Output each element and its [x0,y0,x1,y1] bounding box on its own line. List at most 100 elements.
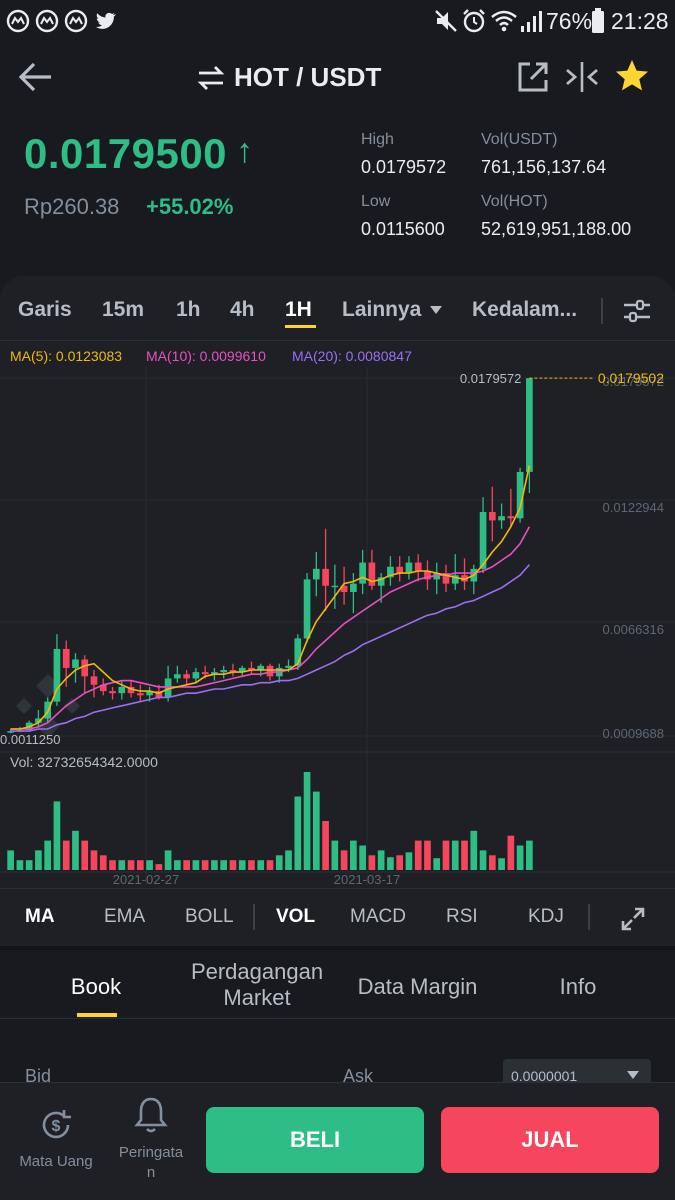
volume-bar [81,840,89,870]
tab-15m[interactable]: 15m [102,298,144,322]
volume-bar [211,860,218,870]
x-tick-label: 2021-02-27 [113,872,180,887]
volume-bar [377,850,385,870]
swap-pair-icon[interactable] [196,64,226,92]
book-tab-indicator [77,1013,117,1017]
volume-bar [25,860,33,870]
tab-1h[interactable]: 1h [176,298,201,322]
tab-book[interactable]: Book [46,974,146,1000]
volume-bar [7,850,14,870]
indicator-kdj[interactable]: KDJ [528,906,564,928]
volume-bar [72,830,79,870]
tab-4h[interactable]: 4h [230,298,255,322]
high-label: High [361,131,394,148]
svg-text:$: $ [52,1118,61,1135]
share-icon[interactable] [516,60,550,94]
volume-bar [451,840,459,870]
fullscreen-icon[interactable] [620,906,646,932]
tab-1h-active[interactable]: 1H [285,298,312,322]
volume-bar [238,860,246,870]
candle-body [220,670,228,673]
candle-body [488,511,496,521]
volume-bar [424,840,431,870]
volume-bar [433,858,441,870]
indicator-ema[interactable]: EMA [104,906,145,928]
sell-button[interactable]: JUAL [441,1107,659,1173]
status-bar: 76% 21:28 [0,0,675,42]
compare-icon[interactable] [564,60,600,94]
pair-title[interactable]: HOT / USDT [234,62,381,93]
indicator-ma[interactable]: MA [25,906,55,928]
last-price: 0.0179500 [24,130,228,177]
ma10-line [10,526,531,730]
volume-bar [396,855,404,870]
volume-bar [331,840,339,870]
indicator-macd[interactable]: MACD [350,906,406,928]
coinmarketcap-icon [64,9,88,33]
precision-caret-icon [627,1071,639,1079]
volume-bar [340,850,348,870]
candle-body [414,562,422,571]
volume-bar [405,852,413,870]
tab-margin-data[interactable]: Data Margin [345,974,490,1000]
volume-bar [183,860,190,870]
buy-button[interactable]: BELI [206,1107,424,1173]
candlestick-chart[interactable]: 0.0179572 0.0122944 0.0066316 0.0009688 2021… [0,366,675,888]
tab-market-trades-line2: Market [223,985,291,1010]
caret-down-icon[interactable] [429,305,443,315]
volume-bar [16,860,24,870]
candle-body [312,568,320,580]
indicator-rsi[interactable]: RSI [446,906,478,928]
wifi-icon [491,10,517,32]
volume-bar [294,796,302,870]
chart-settings-icon[interactable] [622,298,652,324]
volume-bar [192,860,200,870]
ma20-line [10,564,531,732]
candle-body [118,686,126,694]
alarm-icon [463,9,485,33]
candle-body [192,672,200,679]
tab-line[interactable]: Garis [18,298,72,322]
candle-body [109,691,116,694]
volume-bar [229,860,237,870]
ma5-legend: MA(5): 0.0123083 [10,348,123,364]
candle-body [526,378,533,472]
candle-body [331,585,339,588]
idr-price: Rp260.38 [24,194,120,219]
volume-bar [127,860,135,870]
candle-body [322,568,329,586]
alert-label-line2: n [146,1164,156,1181]
vol-usdt-label: Vol(USDT) [481,131,558,148]
volume-bar [99,855,107,870]
currency-label: Mata Uang [19,1153,93,1170]
favorite-star-icon[interactable] [614,58,650,94]
back-arrow-icon[interactable] [18,60,54,94]
volume-bar [201,860,209,870]
currency-exchange-icon: $ [42,1110,71,1139]
alert-button[interactable]: Peringata n [108,1096,194,1186]
price-up-arrow-icon: ↑ [236,132,253,170]
tab-market-trades[interactable]: Perdagangan Market [172,959,342,1011]
indicator-vol[interactable]: VOL [276,906,315,928]
tab-info[interactable]: Info [528,974,628,1000]
tab-more[interactable]: Lainnya [342,298,421,322]
candle-body [303,579,311,639]
currency-button[interactable]: $ Mata Uang [8,1102,104,1182]
y-tick-label: 0.0122944 [603,500,664,515]
low-marker: 0.0011250 [0,732,61,747]
candle-body [136,693,144,696]
volume-bar [44,840,52,870]
volume-bar [266,860,274,870]
indicator-boll[interactable]: BOLL [185,906,234,928]
volume-bar [350,840,357,870]
y-tick-label: 0.0066316 [603,622,664,637]
volume-bar [146,860,153,870]
mute-icon [435,10,457,32]
candle-body [81,659,89,677]
candle-body [174,674,181,679]
volume-bar [275,855,283,870]
battery-icon [592,8,604,33]
candle-body [201,672,209,675]
tab-depth[interactable]: Kedalam... [472,298,577,322]
candle-body [62,648,70,668]
